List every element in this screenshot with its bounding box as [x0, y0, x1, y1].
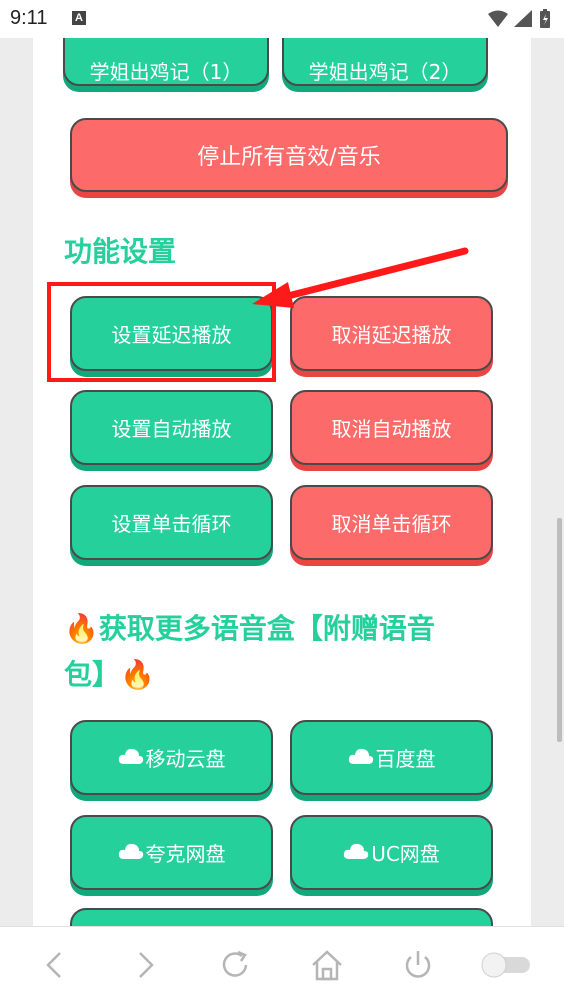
stop-all-sounds-button[interactable]: 停止所有音效/音乐 — [70, 118, 508, 192]
more-title: 🔥获取更多语音盒【附赠语音 包】🔥 — [64, 606, 435, 698]
cloud-icon — [118, 746, 144, 770]
signal-icon — [514, 10, 532, 27]
scrollbar[interactable] — [557, 518, 562, 742]
more-title-line1: 🔥获取更多语音盒【附赠语音 — [64, 612, 435, 645]
cloud-icon — [343, 841, 369, 865]
cloud-icon — [348, 746, 374, 770]
cloud-icon — [118, 841, 144, 865]
cancel-auto-play-button[interactable]: 取消自动播放 — [290, 390, 493, 465]
bottom-nav — [0, 926, 564, 1005]
mobile-cloud-link[interactable]: 移动云盘 — [70, 720, 273, 795]
power-icon[interactable] — [398, 945, 438, 985]
status-time: 9:11 — [10, 7, 48, 29]
xuejie-1-button[interactable]: 学姐出鸡记（1） — [63, 38, 269, 86]
battery-icon — [540, 9, 550, 28]
forward-icon[interactable] — [126, 945, 166, 985]
notification-icon: A — [72, 11, 86, 25]
web-content[interactable]: 学姐出鸡记（1） 学姐出鸡记（2） 停止所有音效/音乐 功能设置 设置延迟播放 … — [0, 38, 564, 926]
quark-pan-link[interactable]: 夸克网盘 — [70, 815, 273, 890]
status-icons — [486, 8, 556, 34]
baidu-pan-link[interactable]: 百度盘 — [290, 720, 493, 795]
back-icon[interactable] — [36, 945, 76, 985]
xuejie-2-button[interactable]: 学姐出鸡记（2） — [282, 38, 488, 86]
set-click-loop-button[interactable]: 设置单击循环 — [70, 485, 273, 560]
uc-pan-link[interactable]: UC网盘 — [290, 815, 493, 890]
more-title-line2: 包】🔥 — [64, 658, 155, 691]
set-auto-play-button[interactable]: 设置自动播放 — [70, 390, 273, 465]
annotation-arrow — [252, 247, 469, 308]
home-icon[interactable] — [307, 945, 347, 985]
wifi-icon — [488, 10, 508, 27]
status-bar: 9:11 A — [0, 0, 564, 38]
toggle-switch[interactable] — [478, 945, 534, 985]
cancel-click-loop-button[interactable]: 取消单击循环 — [290, 485, 493, 560]
settings-title: 功能设置 — [64, 235, 177, 268]
partial-button[interactable] — [70, 908, 493, 926]
refresh-icon[interactable] — [216, 945, 256, 985]
